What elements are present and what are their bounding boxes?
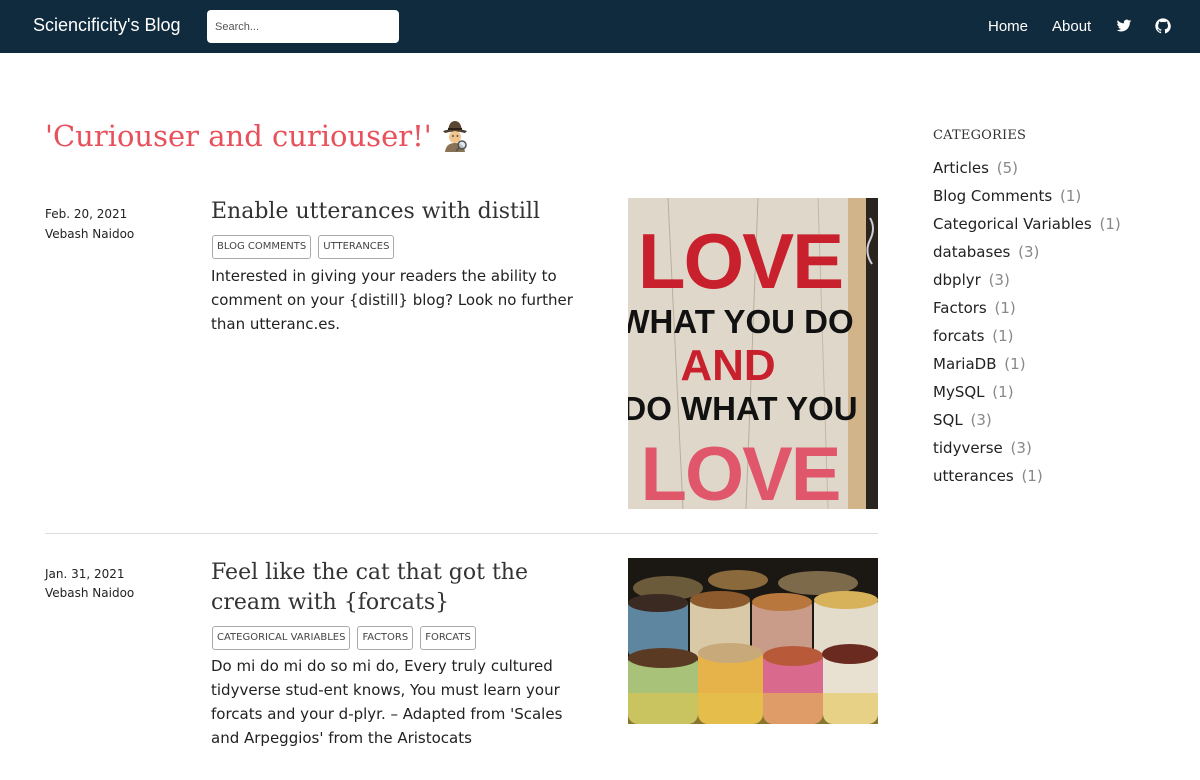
tag-blog-comments[interactable]: BLOG COMMENTS: [212, 235, 312, 259]
post-tags: CATEGORICAL VARIABLES FACTORS FORCATS: [212, 626, 476, 650]
categories-heading: CATEGORIES: [933, 128, 1027, 143]
page-title-text: 'Curiouser and curiouser!': [45, 119, 432, 153]
tag-categorical-variables[interactable]: CATEGORICAL VARIABLES: [212, 626, 351, 650]
tag-forcats[interactable]: FORCATS: [420, 626, 476, 650]
category-list: Articles (5) Blog Comments (1) Categoric…: [933, 156, 1121, 492]
post-title-link[interactable]: Feel like the cat that got the cream wit…: [211, 558, 601, 618]
sign-line-do-what-you: DO WHAT YOU: [628, 390, 858, 427]
category-name: tidyverse: [933, 439, 1003, 457]
sign-line-love-top: LOVE: [638, 217, 842, 305]
category-count: (1): [992, 327, 1014, 345]
sign-line-love-bottom: LOVE: [641, 432, 840, 509]
tag-utterances[interactable]: UTTERANCES: [318, 235, 395, 259]
nav-about-link[interactable]: About: [1052, 18, 1091, 35]
site-brand-link[interactable]: Sciencificity's Blog: [33, 15, 181, 36]
category-count: (3): [970, 411, 992, 429]
category-name: MariaDB: [933, 355, 997, 373]
category-item-tidyverse[interactable]: tidyverse (3): [933, 436, 1121, 464]
category-name: dbplyr: [933, 271, 981, 289]
category-count: (3): [1018, 243, 1040, 261]
category-count: (1): [992, 383, 1014, 401]
category-item-sql[interactable]: SQL (3): [933, 408, 1121, 436]
tag-factors[interactable]: FACTORS: [357, 626, 414, 650]
post-author: Vebash Naidoo: [45, 586, 135, 600]
search-input[interactable]: [207, 10, 399, 43]
category-count: (3): [988, 271, 1010, 289]
category-count: (1): [1004, 355, 1026, 373]
top-navbar: Sciencificity's Blog Home About: [0, 0, 1200, 53]
post-date: Jan. 31, 2021: [45, 567, 125, 581]
category-name: MySQL: [933, 383, 985, 401]
category-count: (1): [994, 299, 1016, 317]
category-item-categorical-variables[interactable]: Categorical Variables (1): [933, 212, 1121, 240]
love-sign-image: LOVE WHAT YOU DO AND DO WHAT YOU LOVE: [628, 198, 878, 509]
category-item-databases[interactable]: databases (3): [933, 240, 1121, 268]
post-description: Interested in giving your readers the ab…: [211, 267, 573, 333]
category-count: (1): [1060, 187, 1082, 205]
sign-line-what-you-do: WHAT YOU DO: [628, 303, 854, 340]
post-date: Feb. 20, 2021: [45, 207, 128, 221]
nav-home-link[interactable]: Home: [988, 18, 1028, 35]
sign-line-and: AND: [680, 341, 775, 390]
twitter-icon[interactable]: [1116, 18, 1132, 34]
page-title: 'Curiouser and curiouser!': [45, 118, 472, 153]
category-name: Blog Comments: [933, 187, 1053, 205]
category-item-mariadb[interactable]: MariaDB (1): [933, 352, 1121, 380]
category-count: (5): [996, 159, 1018, 177]
post-divider: [45, 533, 878, 534]
category-item-forcats[interactable]: forcats (1): [933, 324, 1121, 352]
spice-sacks-image: [628, 558, 878, 724]
category-name: utterances: [933, 467, 1014, 485]
post-tags: BLOG COMMENTS UTTERANCES: [212, 235, 395, 259]
category-name: forcats: [933, 327, 985, 345]
post-description: Do mi do mi do so mi do, Every truly cul…: [211, 657, 563, 747]
category-count: (1): [1099, 215, 1121, 233]
detective-emoji-icon: [438, 118, 472, 152]
post-author: Vebash Naidoo: [45, 227, 135, 241]
category-item-utterances[interactable]: utterances (1): [933, 464, 1121, 492]
category-name: SQL: [933, 411, 963, 429]
category-item-dbplyr[interactable]: dbplyr (3): [933, 268, 1121, 296]
category-count: (3): [1010, 439, 1032, 457]
category-count: (1): [1021, 467, 1043, 485]
category-item-articles[interactable]: Articles (5): [933, 156, 1121, 184]
post-thumbnail[interactable]: LOVE WHAT YOU DO AND DO WHAT YOU LOVE: [628, 198, 878, 509]
category-item-mysql[interactable]: MySQL (1): [933, 380, 1121, 408]
category-item-factors[interactable]: Factors (1): [933, 296, 1121, 324]
post-title-link[interactable]: Enable utterances with distill: [211, 197, 601, 227]
category-name: Categorical Variables: [933, 215, 1092, 233]
category-item-blog-comments[interactable]: Blog Comments (1): [933, 184, 1121, 212]
github-icon[interactable]: [1155, 18, 1171, 34]
post-thumbnail[interactable]: [628, 558, 878, 724]
category-name: databases: [933, 243, 1011, 261]
category-name: Factors: [933, 299, 987, 317]
category-name: Articles: [933, 159, 989, 177]
